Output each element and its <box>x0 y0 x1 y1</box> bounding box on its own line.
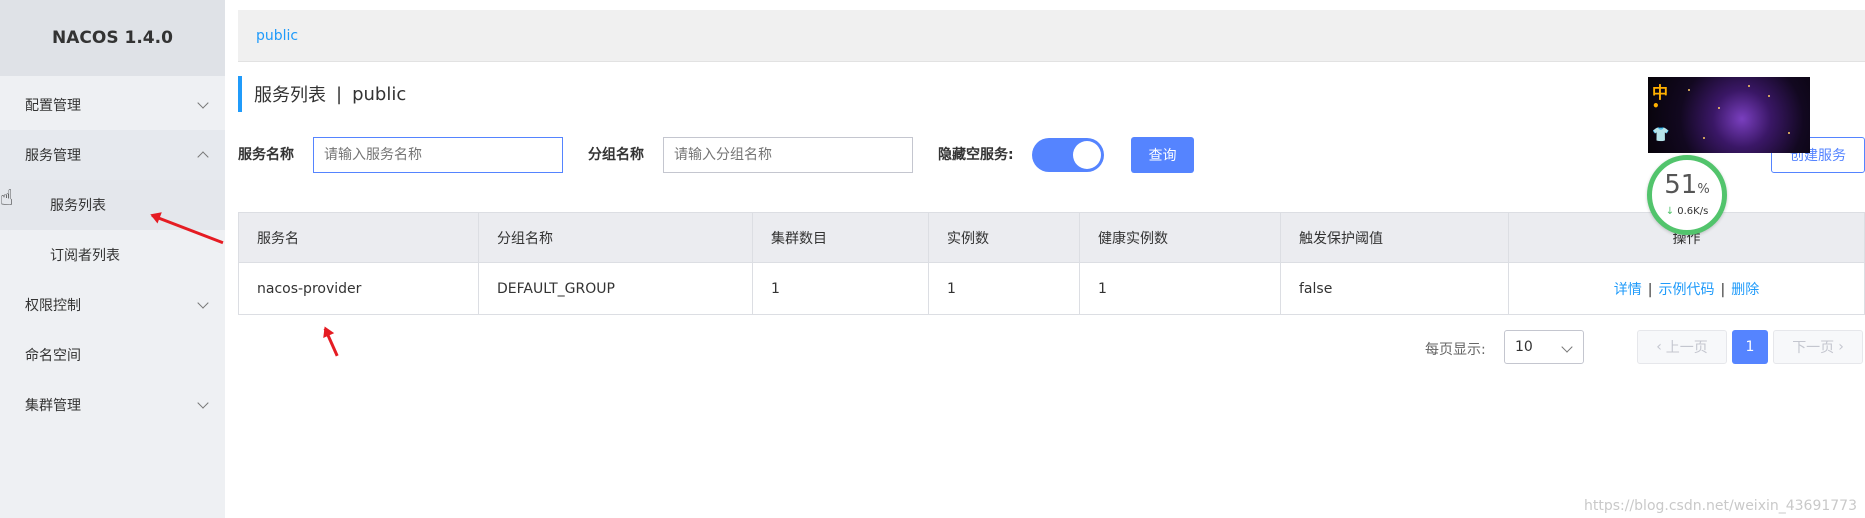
divider: | <box>1720 281 1726 298</box>
arrow-down-icon: ↓ <box>1665 206 1675 217</box>
query-button[interactable]: 查询 <box>1131 137 1194 173</box>
cell-group-name: DEFAULT_GROUP <box>478 262 753 315</box>
table-row: nacos-provider DEFAULT_GROUP 1 1 1 false… <box>238 262 1865 315</box>
service-name-input[interactable] <box>313 137 563 173</box>
breadcrumb: public <box>238 10 1865 62</box>
column-header: 分组名称 <box>478 212 753 263</box>
watermark: https://blog.csdn.net/weixin_43691773 <box>1583 498 1857 514</box>
sidebar-item-label: 权限控制 <box>25 298 81 314</box>
page-size-value: 10 <box>1515 339 1533 355</box>
page-title: 服务列表 | public <box>238 76 406 112</box>
group-name-input[interactable] <box>663 137 913 173</box>
star-dot <box>1688 89 1690 91</box>
service-name-label: 服务名称 <box>238 147 294 163</box>
speed-percent: 51% <box>1652 170 1722 200</box>
sidebar-item-label: 命名空间 <box>25 348 81 364</box>
star-dot <box>1768 95 1770 97</box>
network-speed-widget[interactable]: 51% ↓ 0.6K/s <box>1647 155 1727 235</box>
cell-actions: 详情 | 示例代码 | 删除 <box>1508 262 1865 315</box>
divider: | <box>1647 281 1653 298</box>
toggle-knob <box>1073 141 1101 169</box>
per-page-label: 每页显示: <box>1425 342 1486 358</box>
speed-rate-value: 0.6K/s <box>1677 206 1709 217</box>
delete-link[interactable]: 删除 <box>1731 282 1759 298</box>
hand-cursor-icon: ☝ <box>0 186 14 211</box>
chevron-right-icon: › <box>1838 339 1844 355</box>
chevron-down-icon <box>1561 341 1573 353</box>
group-name-label: 分组名称 <box>588 147 644 163</box>
service-table: 服务名 分组名称 集群数目 实例数 健康实例数 触发保护阈值 操作 nacos-… <box>238 212 1865 315</box>
chevron-down-icon <box>197 397 209 409</box>
prev-page-label: 上一页 <box>1665 340 1708 356</box>
sample-code-link[interactable]: 示例代码 <box>1659 282 1715 298</box>
chevron-down-icon <box>197 297 209 309</box>
sidebar-item-access-control[interactable]: 权限控制 <box>0 280 225 330</box>
speed-rate: ↓ 0.6K/s <box>1652 206 1722 217</box>
main-content: public 服务列表 | public 服务名称 分组名称 隐藏空服务: 查询… <box>238 0 1865 518</box>
details-link[interactable]: 详情 <box>1614 282 1642 298</box>
hide-empty-toggle[interactable] <box>1032 138 1104 172</box>
cell-instance-count: 1 <box>928 262 1080 315</box>
column-header: 集群数目 <box>752 212 929 263</box>
title-separator: | <box>336 83 343 105</box>
floating-thumbnail: 中 • 👕 <box>1648 77 1810 153</box>
star-dot <box>1703 137 1705 139</box>
column-header: 服务名 <box>238 212 479 263</box>
sidebar-item-label: 订阅者列表 <box>50 248 120 264</box>
sidebar-item-subscriber-list[interactable]: 订阅者列表 <box>0 230 225 280</box>
app-title: NACOS 1.4.0 <box>0 0 225 76</box>
sidebar-item-namespace[interactable]: 命名空间 <box>0 330 225 380</box>
table-header-row: 服务名 分组名称 集群数目 实例数 健康实例数 触发保护阈值 操作 <box>238 212 1865 263</box>
column-header: 健康实例数 <box>1079 212 1281 263</box>
page-number-current[interactable]: 1 <box>1732 330 1768 364</box>
column-header: 触发保护阈值 <box>1280 212 1509 263</box>
column-header: 实例数 <box>928 212 1080 263</box>
next-page-label: 下一页 <box>1792 340 1835 356</box>
cell-protect-threshold: false <box>1280 262 1509 315</box>
chevron-left-icon: ‹ <box>1656 339 1662 355</box>
sidebar: NACOS 1.4.0 配置管理 服务管理 服务列表 订阅者列表 权限控制 命名… <box>0 0 225 518</box>
breadcrumb-namespace[interactable]: public <box>256 28 298 44</box>
cell-service-name: nacos-provider <box>238 262 479 315</box>
page-title-namespace: public <box>352 83 407 105</box>
sidebar-item-label: 配置管理 <box>25 98 81 114</box>
star-dot <box>1788 132 1790 134</box>
sidebar-item-service-management[interactable]: 服务管理 <box>0 130 225 180</box>
chevron-down-icon <box>197 97 209 109</box>
page-size-select[interactable]: 10 <box>1504 330 1584 364</box>
thumb-char: • <box>1652 99 1660 113</box>
sidebar-item-service-list[interactable]: 服务列表 <box>0 180 225 230</box>
sidebar-item-config-management[interactable]: 配置管理 <box>0 80 225 130</box>
sidebar-item-label: 服务管理 <box>25 148 81 164</box>
sidebar-item-cluster-management[interactable]: 集群管理 <box>0 380 225 430</box>
prev-page-button[interactable]: ‹ 上一页 <box>1637 330 1727 364</box>
speed-percent-unit: % <box>1697 182 1710 197</box>
cell-cluster-count: 1 <box>752 262 929 315</box>
sidebar-item-label: 集群管理 <box>25 398 81 414</box>
star-dot <box>1748 85 1750 87</box>
next-page-button[interactable]: 下一页 › <box>1773 330 1863 364</box>
page-title-text: 服务列表 <box>254 85 326 106</box>
chevron-up-icon <box>197 151 209 163</box>
thumb-char: 👕 <box>1652 127 1670 143</box>
hide-empty-label: 隐藏空服务: <box>938 147 1014 163</box>
star-dot <box>1718 107 1720 109</box>
cell-healthy-count: 1 <box>1079 262 1281 315</box>
search-form: 服务名称 分组名称 隐藏空服务: 查询 创建服务 <box>238 137 1865 173</box>
speed-percent-value: 51 <box>1664 170 1698 200</box>
sidebar-item-label: 服务列表 <box>50 198 106 214</box>
